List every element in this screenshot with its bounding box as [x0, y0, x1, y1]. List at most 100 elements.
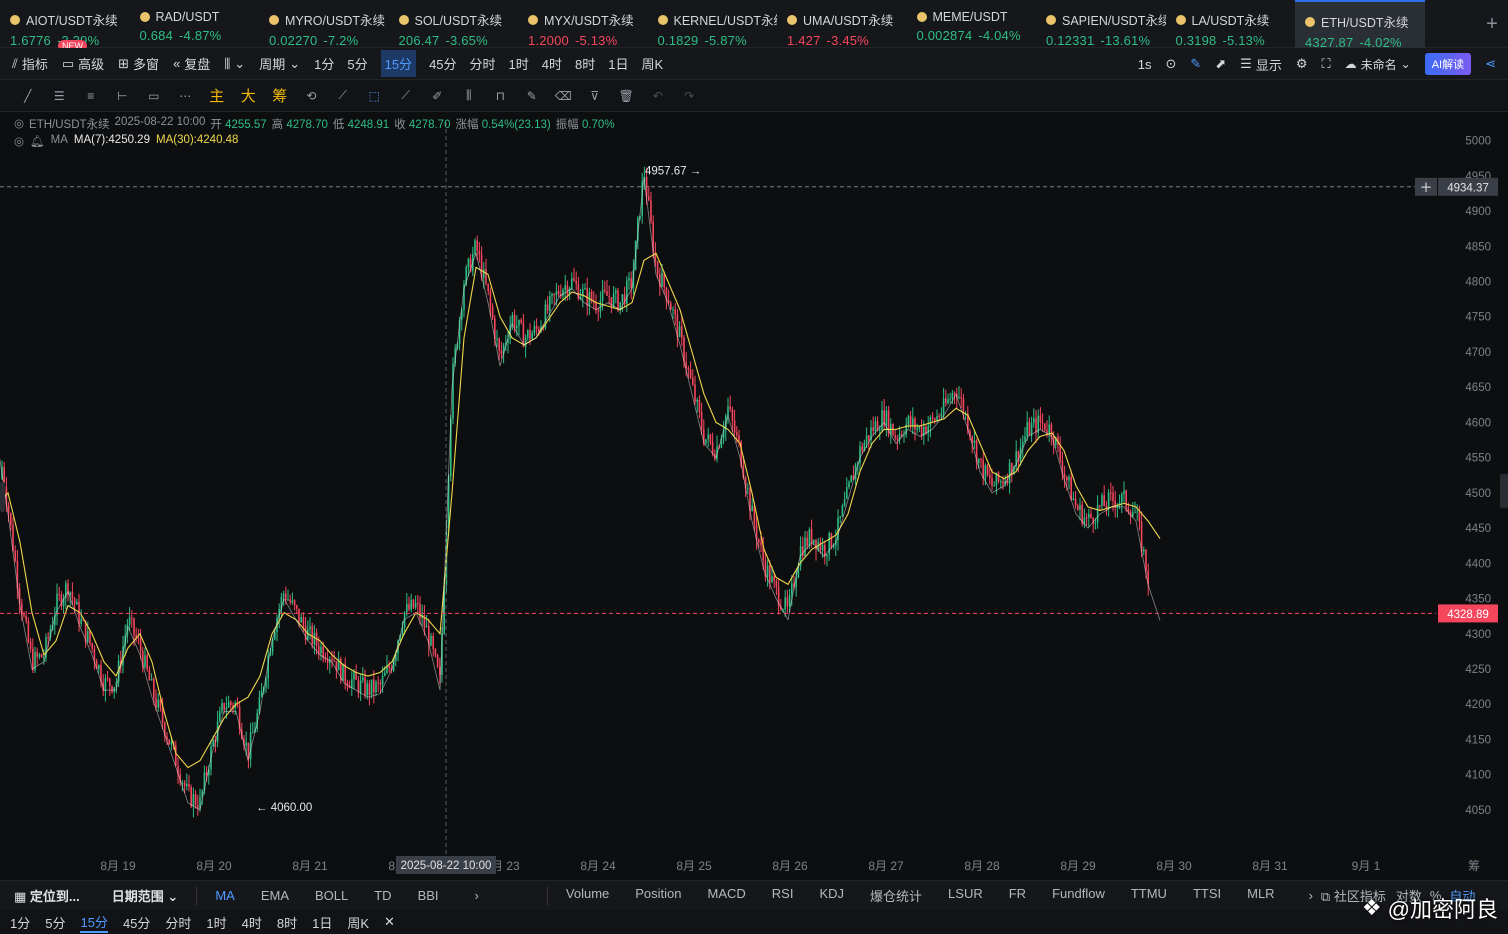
- ticker-tab[interactable]: UMA/USDT永续 1.427 -3.45%: [777, 0, 907, 48]
- display-button[interactable]: ☰ 显示: [1240, 55, 1282, 74]
- main-indicator-option[interactable]: TD: [374, 888, 391, 903]
- camera-icon[interactable]: ⊙: [1165, 56, 1176, 72]
- sub-indicator-option[interactable]: MLR: [1247, 886, 1274, 905]
- period-option[interactable]: 周K: [641, 54, 663, 73]
- eye-icon[interactable]: ◎: [14, 116, 24, 132]
- indicators-button[interactable]: ⫽ 指标: [12, 54, 48, 73]
- trendline-icon[interactable]: ╱: [12, 80, 44, 112]
- period-option[interactable]: 分时: [470, 54, 496, 73]
- locate-button[interactable]: ▦ 定位到...: [14, 886, 80, 905]
- main-chart-icon[interactable]: 主: [201, 80, 233, 112]
- ai-analysis-button[interactable]: AI解读: [1424, 53, 1472, 75]
- share-icon[interactable]: ⋖: [1485, 56, 1496, 72]
- edit-icon[interactable]: ✎: [516, 80, 548, 112]
- ticker-tab[interactable]: SAPIEN/USDT永续 0.12331 -13.61%: [1036, 0, 1166, 48]
- sub-indicator-option[interactable]: Fundflow: [1052, 886, 1105, 905]
- bars-pattern-icon[interactable]: ⫼: [453, 80, 485, 112]
- sub-indicator-option[interactable]: RSI: [772, 886, 794, 905]
- close-icon[interactable]: ✕: [384, 914, 395, 930]
- ticker-tab[interactable]: SOL/USDT永续 206.47 -3.65%: [389, 0, 519, 48]
- horizontal-ray-icon[interactable]: ⊢: [107, 80, 139, 112]
- period-option[interactable]: 45分: [429, 54, 456, 73]
- advanced-button[interactable]: ▭ 高级: [62, 54, 104, 73]
- interval-label[interactable]: 1s: [1138, 57, 1152, 72]
- candle-body: [546, 304, 549, 311]
- sub-indicator-option[interactable]: TTMU: [1131, 886, 1167, 905]
- magnet-icon[interactable]: ⟲: [296, 80, 328, 112]
- ticker-tab[interactable]: LA/USDT永续 0.3198 -5.13%: [1166, 0, 1296, 48]
- layout-name-dropdown[interactable]: ☁ 未命名 ⌄: [1345, 56, 1411, 73]
- chip-toggle[interactable]: 筹: [1468, 859, 1480, 873]
- horizontal-lines-icon[interactable]: ≡: [75, 80, 107, 112]
- bottom-period-option[interactable]: 1分: [10, 913, 30, 932]
- bottom-period-option[interactable]: 分时: [165, 913, 191, 932]
- bottom-period-option[interactable]: 周K: [347, 913, 369, 932]
- chip-icon[interactable]: 筹: [264, 80, 296, 112]
- right-scroll-handle[interactable]: [1500, 474, 1508, 508]
- period-option[interactable]: 15分: [380, 50, 417, 77]
- multi-window-button[interactable]: ⊞ 多窗: [118, 54, 159, 73]
- pencil-icon[interactable]: ✎: [1190, 56, 1201, 72]
- more-icon[interactable]: ⋯: [170, 80, 202, 112]
- sub-indicator-option[interactable]: MACD: [708, 886, 746, 905]
- date-range-button[interactable]: 日期范围 ⌄: [112, 886, 179, 905]
- bottom-period-option[interactable]: 1日: [312, 913, 332, 932]
- period-option[interactable]: 1时: [509, 54, 529, 73]
- main-indicator-option[interactable]: EMA: [261, 888, 289, 903]
- fullscreen-icon[interactable]: ⛶: [1322, 56, 1331, 72]
- ticker-tab[interactable]: MEME/USDT 0.002874 -4.04%: [907, 0, 1037, 48]
- main-indicator-option[interactable]: BBI: [418, 888, 439, 903]
- main-indicator-option[interactable]: MA: [215, 888, 235, 903]
- ticker-tab[interactable]: ETH/USDT永续 4327.87 -4.02%: [1295, 0, 1425, 50]
- bottom-period-option[interactable]: 1时: [206, 913, 226, 932]
- replay-button[interactable]: « 复盘: [173, 54, 210, 73]
- add-tab-icon[interactable]: +: [1476, 0, 1508, 48]
- measure-icon[interactable]: ⟋: [327, 80, 359, 112]
- sub-indicator-option[interactable]: 爆仓统计: [870, 886, 922, 905]
- select-tool-icon[interactable]: ⬚: [359, 80, 391, 112]
- period-option[interactable]: 8时: [575, 54, 595, 73]
- main-indicator-option[interactable]: BOLL: [315, 888, 348, 903]
- sub-indicator-option[interactable]: FR: [1009, 886, 1026, 905]
- bottom-period-option[interactable]: 8时: [277, 913, 297, 932]
- brush-icon[interactable]: ✐: [422, 80, 454, 112]
- export-icon[interactable]: ⬈: [1215, 56, 1226, 72]
- bottom-period-option[interactable]: 45分: [123, 913, 150, 932]
- undo-icon[interactable]: ↶: [642, 80, 674, 112]
- candle-body: [916, 427, 918, 430]
- period-option[interactable]: 4时: [542, 54, 562, 73]
- large-order-icon[interactable]: 大: [233, 80, 265, 112]
- rectangle-icon[interactable]: ▭: [138, 80, 170, 112]
- chart-type-button[interactable]: ⫼ ⌄: [224, 56, 245, 72]
- ticker-tab[interactable]: MYRO/USDT永续 0.02270 -7.2%: [259, 0, 389, 48]
- redo-icon[interactable]: ↷: [674, 80, 706, 112]
- ticker-tab[interactable]: MYX/USDT永续 1.2000 -5.13%: [518, 0, 648, 48]
- period-option[interactable]: 5分: [347, 54, 367, 73]
- sub-indicator-option[interactable]: LSUR: [948, 886, 983, 905]
- period-option[interactable]: 1分: [314, 54, 334, 73]
- alert-icon[interactable]: 🔔︎: [30, 134, 45, 148]
- chevron-right-icon[interactable]: ›: [1309, 888, 1313, 903]
- sub-indicator-option[interactable]: TTSI: [1193, 886, 1221, 905]
- bottom-period-option[interactable]: 15分: [80, 912, 108, 933]
- eye-icon[interactable]: ◎: [14, 134, 24, 148]
- filter-icon[interactable]: ⊽: [579, 80, 611, 112]
- ticker-tab[interactable]: RAD/USDT 0.684 -4.87%: [130, 0, 260, 48]
- left-scroll-handle[interactable]: [0, 482, 5, 512]
- period-dropdown[interactable]: 周期 ⌄: [259, 54, 300, 73]
- eraser-icon[interactable]: ⌫: [548, 80, 580, 112]
- sub-indicator-option[interactable]: KDJ: [819, 886, 844, 905]
- sub-indicator-option[interactable]: Volume: [566, 886, 609, 905]
- parallel-lines-icon[interactable]: ☰: [44, 80, 76, 112]
- period-option[interactable]: 1日: [608, 54, 628, 73]
- lock-icon[interactable]: ⊓: [485, 80, 517, 112]
- trash-icon[interactable]: 🗑: [611, 80, 643, 112]
- sub-indicator-option[interactable]: Position: [635, 886, 681, 905]
- bottom-period-option[interactable]: 4时: [242, 913, 262, 932]
- chevron-right-icon[interactable]: ›: [475, 888, 479, 903]
- settings-icon[interactable]: ⚙: [1296, 56, 1308, 72]
- price-chart[interactable]: 5000495049004850480047504700465046004550…: [0, 112, 1508, 880]
- bottom-period-option[interactable]: 5分: [45, 913, 65, 932]
- ruler-icon[interactable]: ⟋: [390, 80, 422, 112]
- ticker-tab[interactable]: KERNEL/USDT永续 0.1829 -5.87%: [648, 0, 777, 48]
